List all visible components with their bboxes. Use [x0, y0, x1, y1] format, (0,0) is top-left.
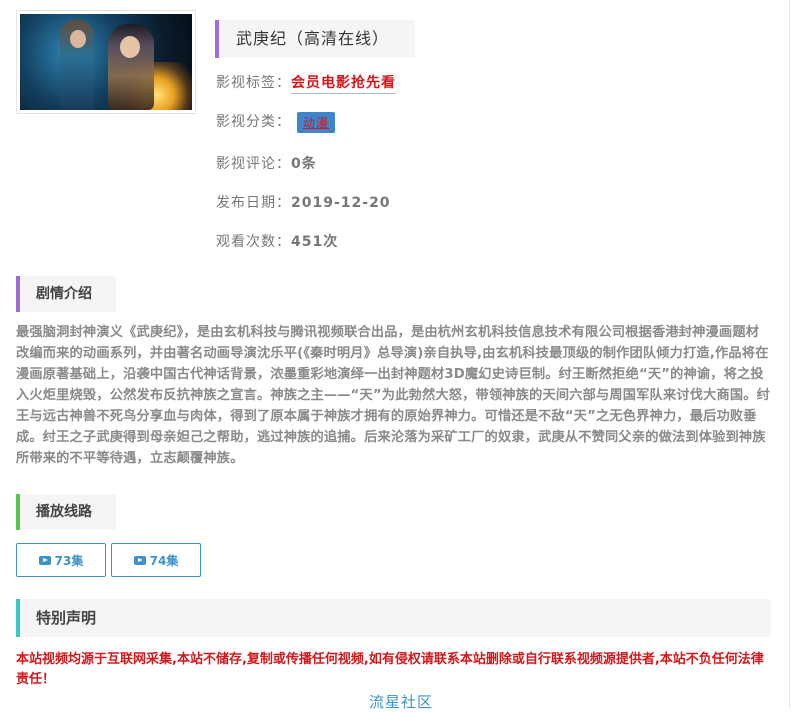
poster-image [20, 14, 192, 110]
views-value: 451次 [291, 234, 339, 250]
synopsis-text: 最强脑洞封神演义《武庚纪》，是由玄机科技与腾讯视频联合出品，是由杭州玄机科技信息… [16, 325, 771, 466]
content-right-border [789, 0, 790, 709]
play-video-icon [133, 555, 146, 565]
episode-label: 73集 [54, 553, 84, 568]
category-row: 影视分类： 动漫 [216, 111, 336, 133]
playlist-heading: 播放线路 [16, 494, 116, 530]
episode-73-button[interactable]: 73集 [16, 543, 106, 577]
comments-row: 影视评论：0条 [216, 153, 317, 173]
category-label: 影视分类： [216, 114, 291, 130]
date-row: 发布日期：2019-12-20 [216, 192, 391, 212]
movie-poster[interactable] [16, 10, 196, 114]
synopsis-heading: 剧情介绍 [16, 276, 116, 312]
date-value: 2019-12-20 [291, 195, 391, 211]
tag-row: 影视标签：会员电影抢先看 [216, 72, 396, 94]
tag-label: 影视标签： [216, 75, 291, 91]
disclaimer-text: 本站视频均源于互联网采集,本站不储存,复制或传播任何视频,如有侵权请联系本站删除… [16, 652, 764, 687]
date-label: 发布日期： [216, 195, 291, 211]
comments-value: 0条 [291, 156, 317, 172]
poster-face-left [70, 30, 86, 48]
movie-title: 武庚纪（高清在线） [215, 20, 415, 58]
episode-label: 74集 [149, 553, 179, 568]
poster-face-right [120, 36, 140, 58]
episode-74-button[interactable]: 74集 [111, 543, 201, 577]
category-badge[interactable]: 动漫 [297, 111, 336, 133]
tag-link[interactable]: 会员电影抢先看 [291, 75, 396, 94]
notice-heading: 特别声明 [16, 599, 771, 637]
views-label: 观看次数： [216, 234, 291, 250]
comments-label: 影视评论： [216, 156, 291, 172]
play-video-icon [38, 555, 51, 565]
views-row: 观看次数：451次 [216, 231, 338, 251]
